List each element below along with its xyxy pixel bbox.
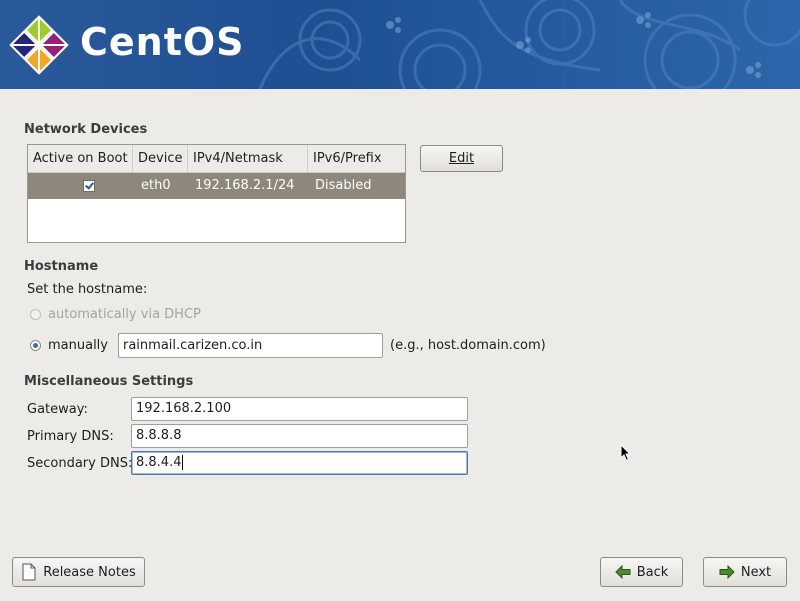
next-button[interactable]: Next	[703, 557, 787, 587]
hostname-title: Hostname	[24, 259, 99, 274]
active-on-boot-cell	[28, 173, 133, 199]
brand-name: CentOS	[80, 20, 245, 64]
active-on-boot-checkbox[interactable]	[83, 180, 95, 192]
column-ipv4[interactable]: IPv4/Netmask	[188, 145, 308, 172]
column-device[interactable]: Device	[133, 145, 188, 172]
edit-button-label: Edit	[448, 151, 475, 166]
misc-settings-title: Miscellaneous Settings	[24, 374, 194, 389]
device-cell: eth0	[141, 178, 171, 193]
arrow-left-icon	[615, 565, 631, 579]
primary-dns-input[interactable]: 8.8.8.8	[131, 424, 468, 448]
secondary-dns-input[interactable]: 8.8.4.4	[131, 451, 468, 475]
next-label: Next	[740, 564, 772, 580]
network-devices-title: Network Devices	[24, 122, 148, 137]
auto-dhcp-radio	[30, 309, 41, 320]
hostname-example: (e.g., host.domain.com)	[390, 338, 546, 353]
release-notes-label: Release Notes	[43, 564, 136, 580]
mouse-pointer-icon	[620, 444, 632, 462]
primary-dns-label: Primary DNS:	[27, 429, 114, 444]
table-row[interactable]: eth0 192.168.2.1/24 Disabled	[28, 173, 405, 199]
secondary-dns-label: Secondary DNS:	[27, 456, 133, 471]
arrow-right-icon	[719, 565, 735, 579]
network-devices-table[interactable]: Active on Boot Device IPv4/Netmask IPv6/…	[27, 144, 406, 243]
back-button[interactable]: Back	[600, 557, 683, 587]
ipv4-cell: 192.168.2.1/24	[195, 178, 295, 193]
document-icon	[22, 563, 36, 581]
table-header: Active on Boot Device IPv4/Netmask IPv6/…	[28, 145, 405, 173]
hostname-input[interactable]: rainmail.carizen.co.in	[118, 333, 383, 358]
back-label: Back	[636, 564, 669, 580]
manual-radio[interactable]	[30, 340, 41, 351]
release-notes-button[interactable]: Release Notes	[12, 557, 145, 587]
edit-button[interactable]: Edit	[420, 145, 503, 172]
ipv6-cell: Disabled	[315, 178, 372, 193]
column-ipv6[interactable]: IPv6/Prefix	[308, 145, 405, 172]
manual-label[interactable]: manually	[48, 338, 108, 353]
hostname-prompt: Set the hostname:	[27, 282, 148, 297]
auto-dhcp-label: automatically via DHCP	[48, 307, 201, 322]
gateway-label: Gateway:	[27, 402, 88, 417]
centos-logo-icon	[9, 15, 69, 75]
gateway-input[interactable]: 192.168.2.100	[131, 397, 468, 421]
header-banner: CentOS	[0, 0, 800, 89]
column-active-on-boot[interactable]: Active on Boot	[28, 145, 133, 172]
secondary-dns-value: 8.8.4.4	[136, 455, 182, 470]
text-caret	[182, 455, 184, 470]
